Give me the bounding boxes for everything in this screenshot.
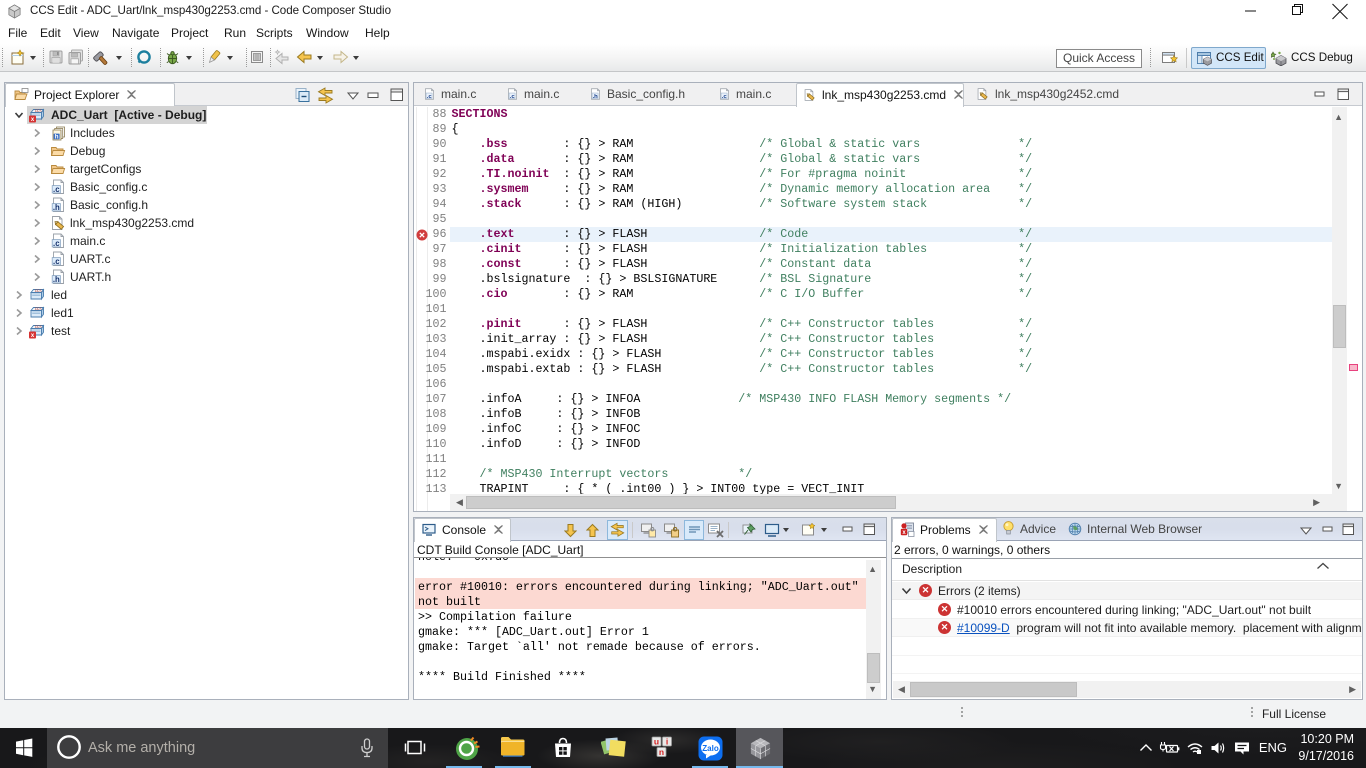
svg-text:.c: .c — [53, 257, 60, 266]
svg-text:.h: .h — [53, 203, 60, 212]
svg-text:.h: .h — [53, 275, 60, 284]
svg-text:i: i — [666, 736, 668, 746]
svg-text:.c: .c — [53, 185, 60, 194]
svg-text:u: u — [654, 736, 659, 746]
svg-text:.c: .c — [510, 94, 516, 100]
svg-text:h: h — [55, 133, 59, 140]
svg-text:.c: .c — [53, 239, 60, 248]
svg-text:Zalo: Zalo — [702, 743, 719, 752]
svg-text:.c: .c — [722, 94, 728, 100]
svg-text:.c: .c — [427, 94, 433, 100]
svg-text:.h: .h — [593, 94, 599, 100]
svg-text:n: n — [659, 747, 664, 757]
